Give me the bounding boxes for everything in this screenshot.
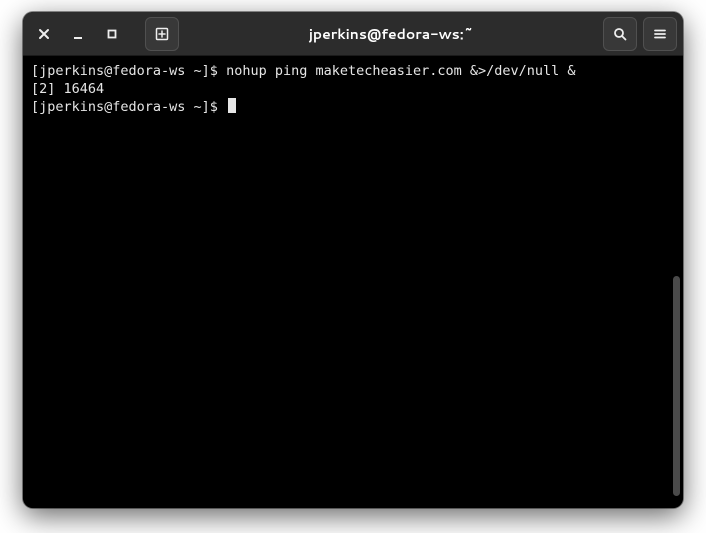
menu-button[interactable] [643, 17, 677, 51]
hamburger-icon [653, 27, 667, 41]
new-tab-button[interactable] [145, 17, 179, 51]
search-icon [613, 27, 627, 41]
close-button[interactable] [29, 19, 59, 49]
maximize-icon [106, 28, 118, 40]
maximize-button[interactable] [97, 19, 127, 49]
window-title: jperkins@fedora-ws:~ [183, 24, 599, 44]
terminal-prompt-text: [jperkins@fedora-ws ~]$ [31, 99, 226, 115]
window-controls-left [29, 17, 179, 51]
terminal-prompt-line: [jperkins@fedora-ws ~]$ [31, 98, 675, 116]
minimize-icon [72, 28, 84, 40]
terminal-line: [2] 16464 [31, 80, 675, 98]
new-tab-icon [155, 27, 169, 41]
terminal-line: [jperkins@fedora-ws ~]$ nohup ping maket… [31, 62, 675, 80]
minimize-button[interactable] [63, 19, 93, 49]
cursor [228, 98, 236, 113]
terminal-body[interactable]: [jperkins@fedora-ws ~]$ nohup ping maket… [23, 56, 683, 508]
terminal-window: jperkins@fedora-ws:~ [jperkins@fedora-ws… [23, 12, 683, 508]
close-icon [38, 28, 50, 40]
scrollbar-thumb[interactable] [673, 276, 680, 496]
window-controls-right [603, 17, 677, 51]
search-button[interactable] [603, 17, 637, 51]
titlebar: jperkins@fedora-ws:~ [23, 12, 683, 56]
